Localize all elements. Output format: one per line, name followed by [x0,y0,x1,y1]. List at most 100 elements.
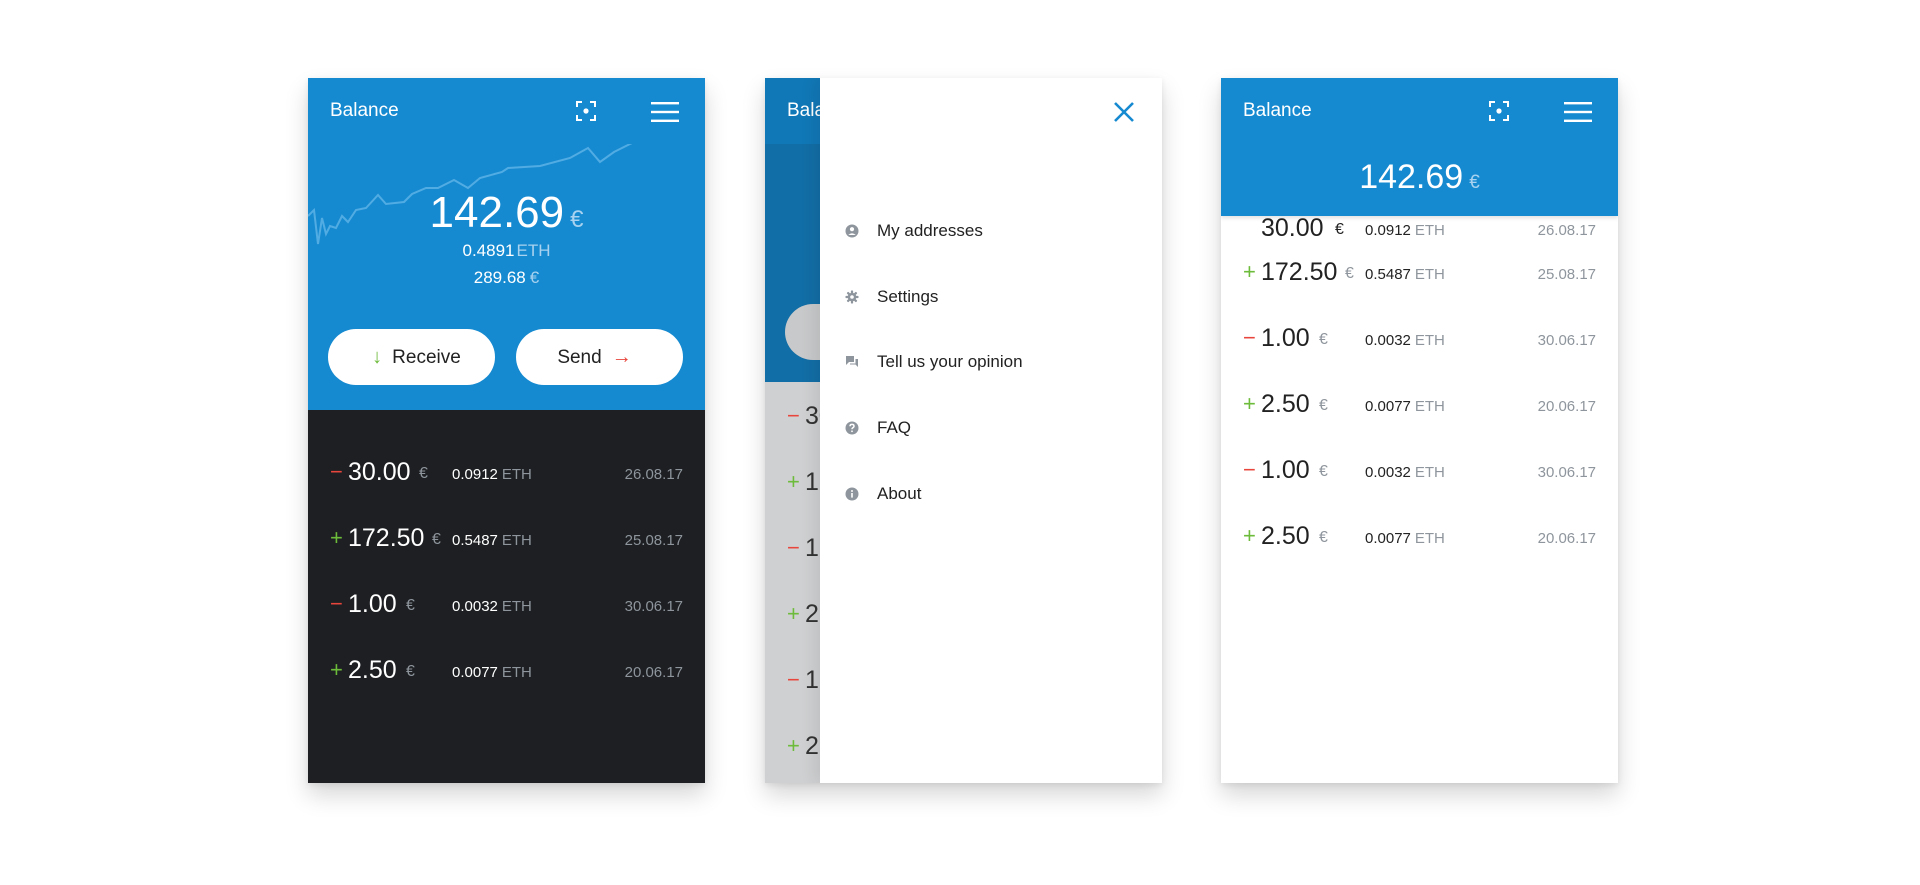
transaction-currency: € [419,465,428,482]
transaction-sign: + [330,525,343,550]
top-bar: Balance [1221,78,1618,144]
transaction-row[interactable]: +172.50 €0.5487 ETH 25.08.17 [308,514,705,580]
transaction-sign: + [330,657,343,682]
menu-item-label: About [877,484,922,503]
transaction-eth-value: 0.0077 [452,664,498,681]
transaction-row[interactable]: −1.00 €0.0032 ETH 30.06.17 [1221,314,1618,380]
transaction-eth-unit: ETH [1414,332,1445,349]
menu-item-settings[interactable]: Settings [820,270,1162,324]
transaction-eth-value: 0.0032 [1365,464,1411,481]
scan-icon[interactable] [576,101,596,121]
balance-eth-unit: ETH [516,241,551,260]
chat-icon [846,356,858,367]
transaction-row[interactable]: −30.00 €0.0912 ETH 26.08.17 [308,448,705,514]
send-label: Send [557,347,602,368]
transaction-row[interactable]: +2.50 €0.0077 ETH 20.06.17 [308,646,705,712]
transaction-amount: 30.00 [348,458,411,486]
transaction-eth: 0.0032 ETH [452,598,532,615]
transaction-currency: € [432,531,441,548]
balance-currency: € [570,206,584,233]
transaction-currency: € [1345,265,1354,282]
menu-item-label: Settings [877,287,939,306]
transaction-date: 25.08.17 [624,532,683,549]
transaction-sign: − [330,591,343,616]
balance-screen: Balance 142.69 € 0.4891 ETH 289.68 € ↓ Recei… [308,78,705,783]
transaction-currency: € [1319,331,1328,348]
transaction-eth: 0.0077 ETH [452,664,532,681]
transaction-eth: 0.0077 ETH [1365,398,1445,415]
balance-value: 142.69 [1359,158,1464,196]
transaction-eth-value: 0.5487 [1365,266,1411,283]
transaction-eth: 0.0077 ETH [1365,530,1445,547]
balance-eth: 0.4891 ETH [308,241,705,261]
transaction-list: −30.00 €0.0912 ETH 26.08.17 +172.50 €0.5487 ET… [308,448,705,712]
close-icon[interactable] [1112,100,1136,124]
transaction-amount: 172.50 [1261,258,1338,286]
transaction-eth-value: 0.0912 [452,466,498,483]
balance-fiat-value: 289.68 [473,268,526,287]
balance-eth-value: 0.4891 [462,241,515,260]
transaction-date: 26.08.17 [1537,222,1596,239]
arrow-right-icon: → [611,346,632,368]
transaction-date: 30.06.17 [1537,332,1596,349]
transaction-eth-unit: ETH [1414,222,1445,239]
info-icon [845,487,859,501]
user-circle-icon [845,224,859,238]
transaction-eth-value: 0.5487 [452,532,498,549]
menu-item-faq[interactable]: FAQ [820,401,1162,455]
transaction-eth: 0.0912 ETH [1365,222,1445,239]
balance-fiat: 289.68 € [308,268,705,288]
transaction-amount: 2.50 [1261,522,1310,550]
transaction-list: +172.50 €0.5487 ETH 25.08.17−1.00 €0.0032 ETH… [1221,248,1618,578]
transaction-amount: 172.50 [348,524,425,552]
transaction-row[interactable]: +172.50 €0.5487 ETH 25.08.17 [1221,248,1618,314]
transaction-eth-value: 0.0032 [452,598,498,615]
receive-label: Receive [392,347,461,368]
transaction-eth-value: 0.0077 [1365,398,1411,415]
collapsed-balance-header: 142.69 € [1221,144,1618,216]
transaction-currency: € [406,663,415,680]
menu-item-label: Tell us your opinion [877,352,1023,371]
transaction-sign: + [787,601,800,626]
transaction-date: 20.06.17 [624,664,683,681]
balance-summary: 142.69 € 0.4891 ETH 289.68 € ↓ Receive Send → [308,144,705,410]
transaction-eth-unit: ETH [1414,398,1445,415]
transaction-sign: + [1243,523,1256,548]
balance-value: 142.69 [429,188,565,237]
transaction-date: 30.06.17 [624,598,683,615]
menu-item-label: FAQ [877,418,912,437]
transaction-row[interactable]: +2.50 €0.0077 ETH 20.06.17 [1221,512,1618,578]
help-icon [845,421,859,435]
transaction-eth-unit: ETH [501,532,532,549]
transaction-sign: + [1243,391,1256,416]
transaction-amount: 30.00 [1261,214,1324,242]
menu-item-label: My addresses [877,221,983,240]
transaction-eth-unit: ETH [1414,266,1445,283]
send-button[interactable]: Send → [516,329,683,385]
hamburger-menu-icon[interactable] [651,102,679,122]
menu-item-feedback[interactable]: Tell us your opinion [820,335,1162,389]
transaction-eth-unit: ETH [501,598,532,615]
transaction-amount: 1.00 [1261,456,1310,484]
transaction-eth-unit: ETH [1414,464,1445,481]
top-bar: Balance [308,78,705,144]
gear-icon [845,290,859,304]
menu-item-about[interactable]: About [820,467,1162,521]
transaction-row[interactable]: −1.00 €0.0032 ETH 30.06.17 [1221,446,1618,512]
scan-icon[interactable] [1489,101,1509,121]
transaction-sign: − [787,667,800,692]
transaction-date: 26.08.17 [624,466,683,483]
transaction-eth-unit: ETH [1414,530,1445,547]
menu-item-my-addresses[interactable]: My addresses [820,204,1162,258]
transaction-row[interactable]: +2.50 €0.0077 ETH 20.06.17 [1221,380,1618,446]
transaction-row[interactable]: −1.00 €0.0032 ETH 30.06.17 [308,580,705,646]
transaction-eth: 0.5487 ETH [452,532,532,549]
receive-button[interactable]: ↓ Receive [328,329,495,385]
transaction-sign: − [1243,457,1256,482]
transaction-eth-value: 0.0077 [1365,530,1411,547]
transaction-currency: € [1319,529,1328,546]
transaction-amount: 1.00 [1261,324,1310,352]
hamburger-menu-icon[interactable] [1564,102,1592,122]
transaction-sign: + [787,733,800,758]
transaction-sign: − [1243,325,1256,350]
